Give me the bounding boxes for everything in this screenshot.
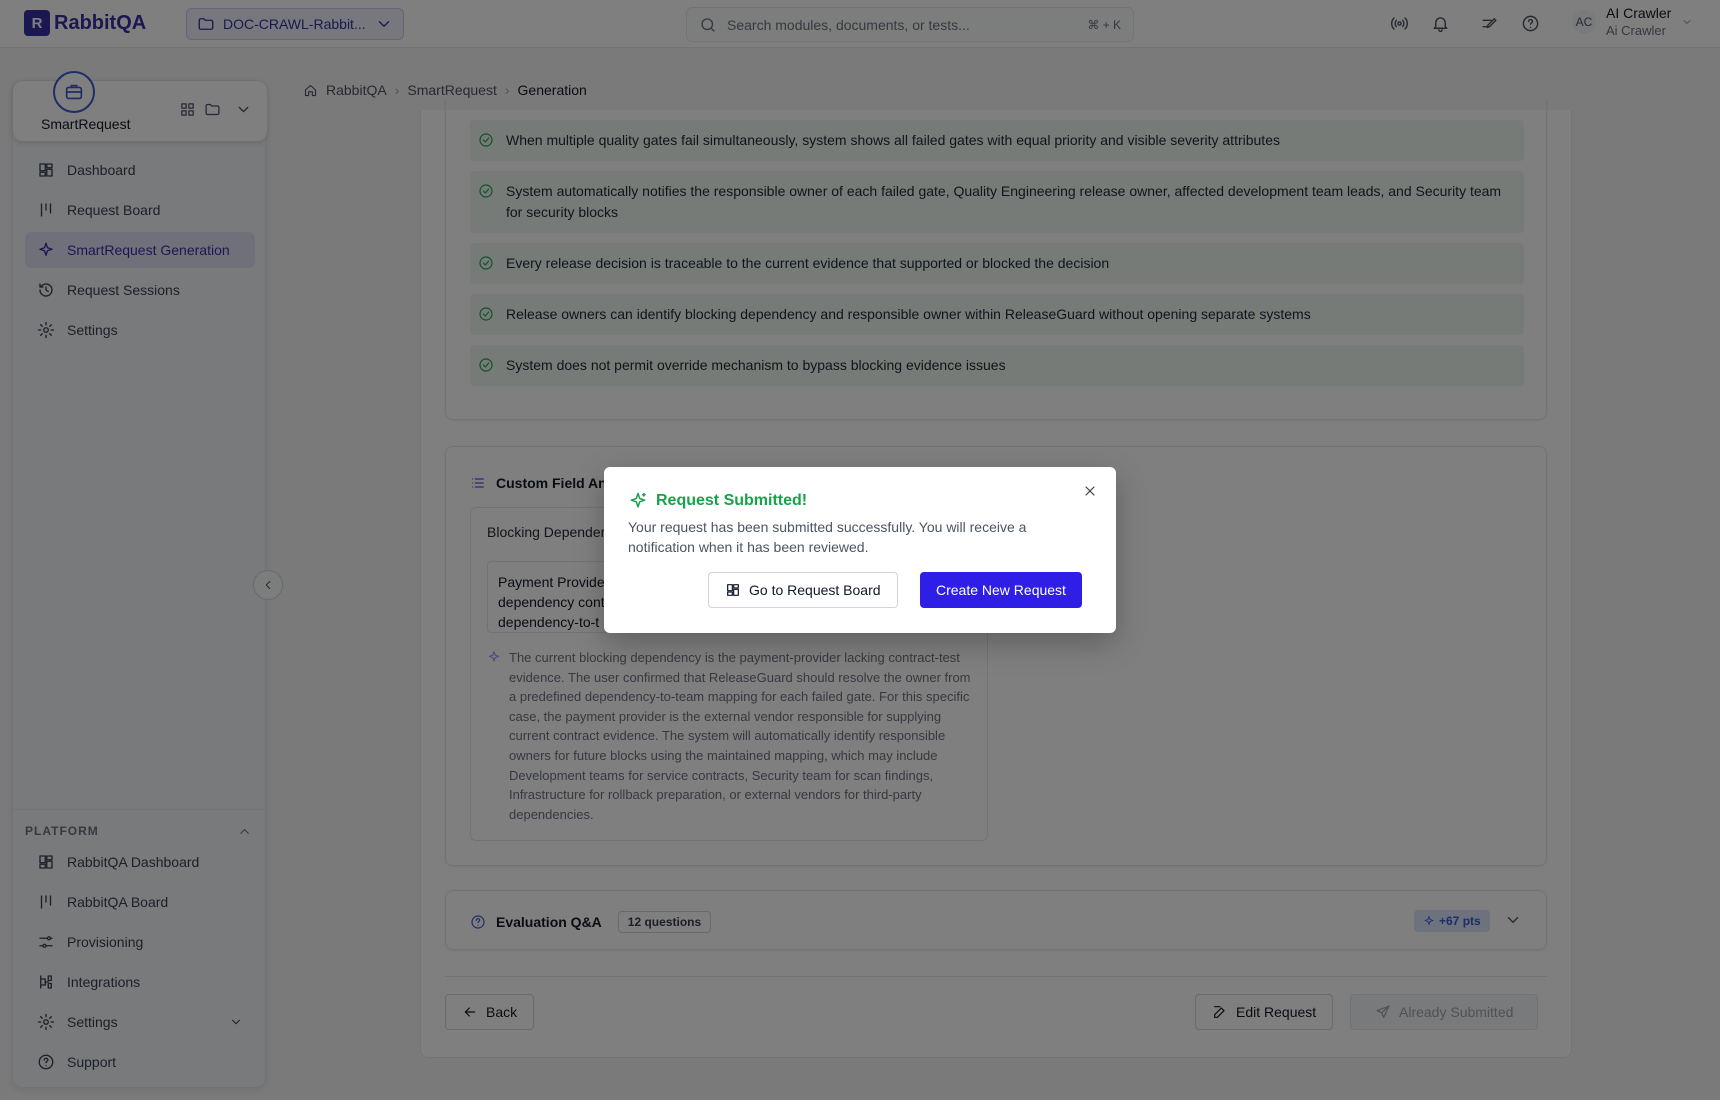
go-to-request-board-button[interactable]: Go to Request Board (708, 572, 898, 608)
secondary-label: Go to Request Board (749, 582, 881, 598)
request-submitted-dialog: Request Submitted! Your request has been… (604, 467, 1116, 633)
dialog-message: Your request has been submitted successf… (628, 519, 1027, 555)
sparkle-icon (630, 492, 646, 508)
dialog-title-text: Request Submitted! (656, 492, 808, 509)
dialog-title: Request Submitted! (628, 491, 807, 511)
close-icon[interactable] (1082, 483, 1098, 499)
create-new-request-button[interactable]: Create New Request (920, 572, 1082, 608)
dashboard-icon (727, 584, 739, 596)
